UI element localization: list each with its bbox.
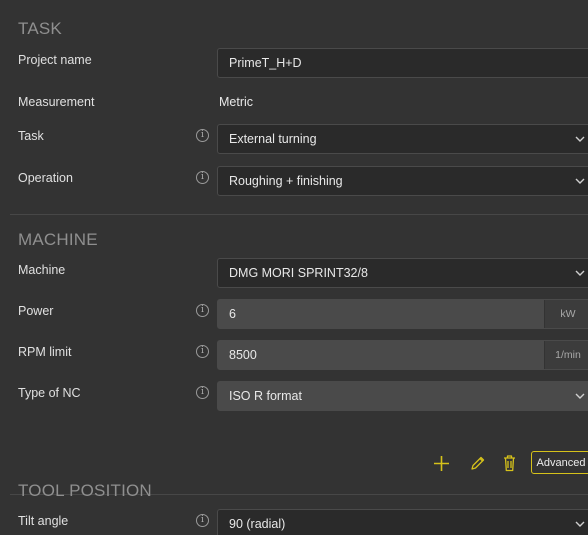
section-title-task: TASK <box>18 19 62 38</box>
power-label: Power <box>18 304 54 318</box>
chevron-down-icon <box>575 178 585 184</box>
pencil-icon[interactable] <box>469 455 486 472</box>
operation-select-value: Roughing + finishing <box>229 174 343 188</box>
rpm-limit-label: RPM limit <box>18 345 72 359</box>
nc-type-select[interactable]: ISO R format <box>217 381 588 411</box>
advanced-button[interactable]: Advanced <box>531 451 588 474</box>
task-select[interactable]: External turning <box>217 124 588 154</box>
tilt-angle-label: Tilt angle <box>18 514 69 528</box>
tilt-angle-select[interactable]: 90 (radial) <box>217 509 588 535</box>
chevron-down-icon <box>575 270 585 276</box>
trash-icon[interactable] <box>502 454 517 472</box>
chevron-down-icon <box>575 393 585 399</box>
nc-type-label: Type of NC <box>18 386 81 400</box>
info-icon[interactable]: i <box>196 129 209 142</box>
measurement-label: Measurement <box>18 95 95 109</box>
info-icon[interactable]: i <box>196 345 209 358</box>
power-value: 6 <box>229 307 236 321</box>
machine-select-value: DMG MORI SPRINT32/8 <box>229 266 368 280</box>
info-icon[interactable]: i <box>196 514 209 527</box>
rpm-limit-input[interactable]: 8500 1/min <box>217 340 588 370</box>
power-input[interactable]: 6 kW <box>217 299 588 329</box>
chevron-down-icon <box>575 136 585 142</box>
rpm-limit-value: 8500 <box>229 348 257 362</box>
nc-type-select-value: ISO R format <box>229 389 302 403</box>
machine-label: Machine <box>18 263 66 277</box>
measurement-value: Metric <box>219 95 254 109</box>
tilt-angle-select-value: 90 (radial) <box>229 517 286 531</box>
task-select-value: External turning <box>229 132 317 146</box>
operation-select[interactable]: Roughing + finishing <box>217 166 588 196</box>
rpm-unit: 1/min <box>544 341 588 369</box>
section-title-tool-position: TOOL POSITION <box>18 481 152 500</box>
project-name-input[interactable]: PrimeT_H+D <box>217 48 588 78</box>
project-name-label: Project name <box>18 53 92 67</box>
plus-icon[interactable] <box>433 455 450 472</box>
power-unit: kW <box>544 300 588 328</box>
project-name-value: PrimeT_H+D <box>229 56 302 70</box>
machine-select[interactable]: DMG MORI SPRINT32/8 <box>217 258 588 288</box>
info-icon[interactable]: i <box>196 386 209 399</box>
section-title-machine: MACHINE <box>18 230 98 249</box>
operation-label: Operation <box>18 171 73 185</box>
info-icon[interactable]: i <box>196 171 209 184</box>
chevron-down-icon <box>575 521 585 527</box>
info-icon[interactable]: i <box>196 304 209 317</box>
section-divider <box>10 214 588 215</box>
task-label: Task <box>18 129 44 143</box>
